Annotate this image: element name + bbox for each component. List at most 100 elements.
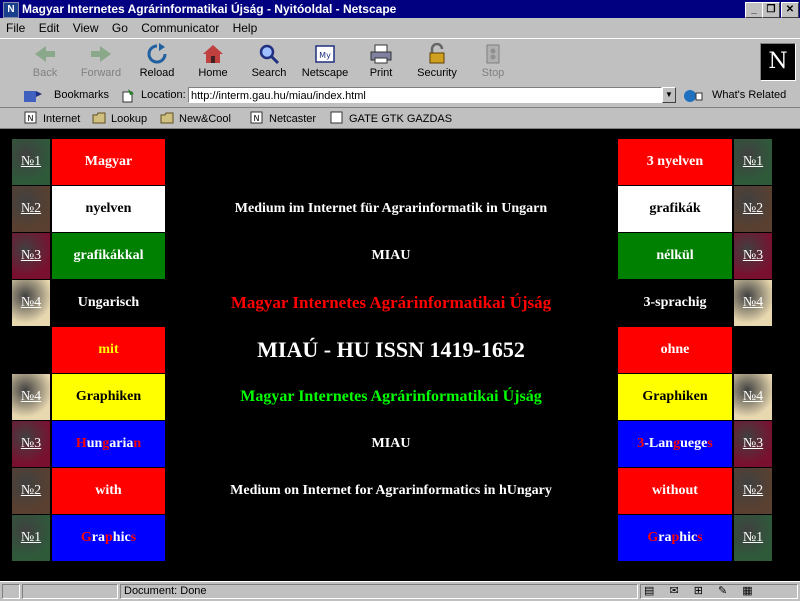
- whats-related-icon[interactable]: [682, 88, 704, 104]
- back-button[interactable]: Back: [18, 41, 72, 83]
- title-fragment: ra: [91, 530, 105, 545]
- print-label: Print: [369, 67, 393, 79]
- title-fragment: ra: [658, 530, 672, 545]
- svg-text:My: My: [319, 51, 331, 60]
- right-cell-2: grafikák: [618, 186, 732, 232]
- personal-item-gate-gtk[interactable]: GATE GTK GAZDAS: [330, 111, 452, 125]
- middle-text-row-8: Medium on Internet for Agrarinformatics …: [230, 483, 552, 498]
- close-button[interactable]: ✕: [781, 2, 799, 18]
- forward-button[interactable]: Forward: [74, 41, 128, 83]
- personal-item-internet[interactable]: N Internet: [24, 111, 80, 125]
- maximize-button[interactable]: ❐: [762, 2, 780, 18]
- search-button[interactable]: Search: [242, 41, 296, 83]
- menu-go[interactable]: Go: [112, 21, 128, 35]
- title-fragment: g: [102, 436, 110, 451]
- url-dropdown-button[interactable]: ▼: [662, 87, 676, 103]
- issue-link-right-7[interactable]: №3: [734, 421, 772, 467]
- title-fragment: s: [697, 530, 703, 545]
- title-fragment: un: [86, 436, 103, 451]
- netscape-button[interactable]: My Netscape: [298, 41, 352, 83]
- url-input[interactable]: http://interm.gau.hu/miau/index.html: [188, 87, 662, 103]
- personal-item-lookup[interactable]: Lookup: [92, 111, 147, 125]
- personal-item-label: Lookup: [111, 113, 148, 125]
- issue-link-left-7[interactable]: №3: [12, 421, 50, 467]
- issue-link-right-9[interactable]: №1: [734, 515, 772, 561]
- issue-link-left-1[interactable]: №1: [12, 139, 50, 185]
- title-fragment: G: [80, 530, 92, 545]
- security-label: Security: [417, 67, 457, 79]
- right-cell-6: Graphiken: [618, 374, 732, 420]
- personal-item-newcool[interactable]: New&Cool: [160, 111, 231, 125]
- issue-link-right-2[interactable]: №2: [734, 186, 772, 232]
- title-fragment: s: [130, 530, 137, 545]
- back-label: Back: [32, 67, 58, 79]
- middle-text-row-2: Medium im Internet für Agrarinformatik i…: [234, 201, 548, 216]
- issue-link-right-1[interactable]: №1: [734, 139, 772, 185]
- title-fragment: aria: [109, 436, 134, 451]
- issue-link-left-4[interactable]: №4: [12, 280, 50, 326]
- netscape-label: Netscape: [301, 67, 349, 79]
- issue-link-right-4[interactable]: №4: [734, 280, 772, 326]
- svg-text:N: N: [254, 114, 260, 123]
- issue-link-left-8[interactable]: №2: [12, 468, 50, 514]
- page-proxy-icon[interactable]: [120, 88, 136, 104]
- personal-item-label: Netcaster: [269, 113, 317, 125]
- status-text: Document: Done: [120, 584, 638, 599]
- page-content: №1 №1 Magyar 3 nyelven №2 №2 nyelven grafikák Me…: [0, 129, 800, 581]
- home-label: Home: [198, 67, 228, 79]
- personal-item-label: GATE GTK GAZDAS: [349, 113, 453, 125]
- home-icon: [203, 45, 223, 63]
- menu-bar: File Edit View Go Communicator Help: [0, 18, 800, 38]
- bookmarks-button[interactable]: Bookmarks: [54, 89, 109, 101]
- menu-file[interactable]: File: [6, 21, 25, 35]
- my-netscape-icon: My: [315, 45, 335, 63]
- issue-link-left-6[interactable]: №4: [12, 374, 50, 420]
- issue-link-left-3[interactable]: №3: [12, 233, 50, 279]
- left-cell-5: mit: [52, 327, 165, 373]
- component-bar: ▤ ✉ ⊞ ✎ ▦: [640, 584, 798, 599]
- left-cell-7: H un g aria n: [52, 421, 165, 467]
- menu-communicator[interactable]: Communicator: [141, 21, 219, 35]
- stop-button[interactable]: Stop: [466, 41, 520, 83]
- print-button[interactable]: Print: [354, 41, 408, 83]
- issue-link-right-3[interactable]: №3: [734, 233, 772, 279]
- security-button[interactable]: Security: [410, 41, 464, 83]
- security-status-icon[interactable]: [2, 584, 20, 599]
- bookmarks-icon[interactable]: [22, 88, 44, 104]
- whats-related-button[interactable]: What's Related: [712, 89, 786, 101]
- stop-label: Stop: [481, 67, 505, 79]
- issue-link-right-6[interactable]: №4: [734, 374, 772, 420]
- issue-link-left-2[interactable]: №2: [12, 186, 50, 232]
- left-cell-3: grafikákkal: [52, 233, 165, 279]
- personal-item-netcaster[interactable]: N Netcaster: [250, 111, 316, 125]
- minimize-button[interactable]: _: [745, 2, 763, 18]
- right-cell-3: nélkül: [618, 233, 732, 279]
- menu-help[interactable]: Help: [233, 21, 258, 35]
- component-icons[interactable]: ▤ ✉ ⊞ ✎ ▦: [644, 585, 759, 597]
- menu-edit[interactable]: Edit: [39, 21, 60, 35]
- middle-text-row-7: MIAU: [371, 436, 411, 451]
- location-label: Location:: [141, 89, 186, 101]
- reload-button[interactable]: Reload: [130, 41, 184, 83]
- title-fragment: G: [647, 530, 659, 545]
- right-cell-9: G ra p hic s: [618, 515, 732, 561]
- issue-link-left-9[interactable]: №1: [12, 515, 50, 561]
- title-fragment: g: [673, 436, 681, 451]
- title-fragment: p: [104, 530, 113, 545]
- folder-icon: [92, 112, 106, 124]
- home-button[interactable]: Home: [186, 41, 240, 83]
- right-cell-4: 3-sprachig: [643, 295, 707, 310]
- netscape-icon[interactable]: N: [3, 2, 19, 18]
- title-bar: N Magyar Internetes Agrárinformatikai Új…: [0, 0, 800, 18]
- search-label: Search: [251, 67, 287, 79]
- middle-text-row-3: MIAU: [371, 248, 411, 263]
- netscape-logo-icon[interactable]: N: [760, 43, 796, 81]
- bookmark-page-icon: N: [24, 111, 37, 124]
- menu-view[interactable]: View: [73, 21, 99, 35]
- status-bar: Document: Done ▤ ✉ ⊞ ✎ ▦: [0, 581, 800, 601]
- issue-link-right-8[interactable]: №2: [734, 468, 772, 514]
- folder-icon: [160, 112, 174, 124]
- bookmark-page-icon: N: [250, 111, 263, 124]
- personal-toolbar: N Internet Lookup New&Cool N Netcaster GAT…: [0, 108, 800, 129]
- title-fragment: hic: [679, 530, 698, 545]
